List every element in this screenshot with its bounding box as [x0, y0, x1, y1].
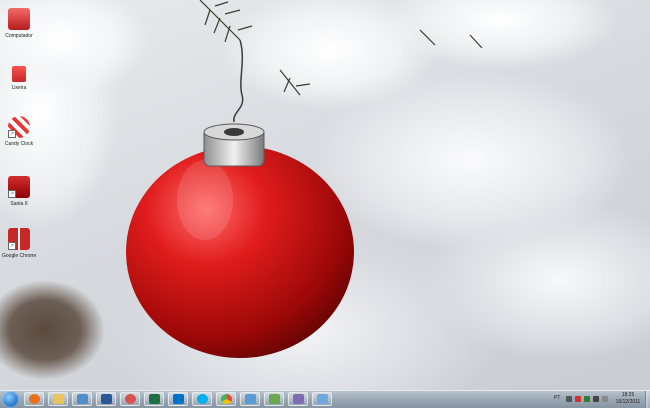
desktop-icon-label: Computador: [5, 33, 33, 39]
taskbar-item-excel[interactable]: [144, 392, 164, 406]
taskbar-item-explorer[interactable]: [48, 392, 68, 406]
shortcut-arrow-icon: ↗: [8, 130, 16, 138]
desktop-icon-candy-clock[interactable]: ↗ Candy Clock: [2, 116, 36, 147]
ornament-hook: [233, 39, 244, 123]
tray-arrow-icon[interactable]: [566, 396, 572, 402]
firefox-icon: [28, 394, 40, 404]
taskbar-item-libraries[interactable]: [72, 392, 92, 406]
taskbar-item-photos[interactable]: [240, 392, 260, 406]
red-ornament-ball: [126, 146, 354, 358]
desktop-icon-recycle-bin[interactable]: Lixeira: [2, 66, 36, 91]
desktop-icon-label: Candy Clock: [4, 141, 34, 147]
system-tray: PT 18:25 16/12/2011: [550, 391, 650, 408]
pine-branch: [199, 0, 483, 96]
gift-box-icon: ↗: [8, 228, 30, 250]
shortcut-arrow-icon: ↗: [8, 190, 16, 198]
chrome-icon: [220, 394, 232, 404]
clock[interactable]: 18:25 16/12/2011: [610, 392, 646, 406]
taskbar-item-outlook[interactable]: [168, 392, 188, 406]
desktop-icon-google-chrome[interactable]: ↗ Google Chrome: [2, 228, 36, 259]
remote-desktop-icon: [316, 394, 328, 404]
desktop-icon-label: Google Chrome: [2, 253, 36, 259]
taskbar-item-firefox[interactable]: [24, 392, 44, 406]
taskbar: PT 18:25 16/12/2011: [0, 390, 650, 408]
santa-icon: ↗: [8, 176, 30, 198]
ornament-highlight: [177, 160, 233, 240]
desktop-icon-computer[interactable]: Computador: [2, 8, 36, 39]
outlook-icon: [172, 394, 184, 404]
clock-time: 18:25: [621, 392, 635, 398]
shortcut-arrow-icon: ↗: [8, 242, 16, 250]
recycle-bin-icon: [12, 66, 26, 82]
taskbar-item-word[interactable]: [96, 392, 116, 406]
paint-icon: [124, 394, 136, 404]
taskbar-item-remote[interactable]: [312, 392, 332, 406]
candy-cane-icon: ↗: [8, 116, 30, 138]
computer-icon: [8, 8, 30, 30]
tray-app-icon[interactable]: [575, 396, 581, 402]
libraries-icon: [76, 394, 88, 404]
clock-date: 16/12/2011: [615, 399, 641, 405]
excel-icon: [148, 394, 160, 404]
photos-icon: [244, 394, 256, 404]
christmas-ornament-wallpaper: [126, 0, 483, 358]
taskbar-item-network[interactable]: [288, 392, 308, 406]
desktop-icon-santa[interactable]: ↗ Santa II: [2, 176, 36, 207]
desktop-wallpaper: Computador Lixeira ↗ Candy Clock ↗ Santa…: [0, 0, 650, 390]
skype-icon: [196, 394, 208, 404]
taskbar-item-media[interactable]: [264, 392, 284, 406]
taskbar-item-chrome[interactable]: [216, 392, 236, 406]
media-icon: [268, 394, 280, 404]
folder-icon: [52, 394, 64, 404]
taskbar-item-skype[interactable]: [192, 392, 212, 406]
taskbar-item-paint[interactable]: [120, 392, 140, 406]
word-icon: [100, 394, 112, 404]
network-icon: [292, 394, 304, 404]
start-orb-icon[interactable]: [2, 391, 19, 408]
volume-icon[interactable]: [593, 396, 599, 402]
network-tray-icon[interactable]: [584, 396, 590, 402]
language-indicator[interactable]: PT: [554, 395, 560, 401]
desktop-icon-label: Lixeira: [11, 85, 27, 91]
desktop-icon-label: Santa II: [10, 201, 28, 207]
show-desktop-button[interactable]: [645, 391, 650, 408]
action-center-icon[interactable]: [602, 396, 608, 402]
